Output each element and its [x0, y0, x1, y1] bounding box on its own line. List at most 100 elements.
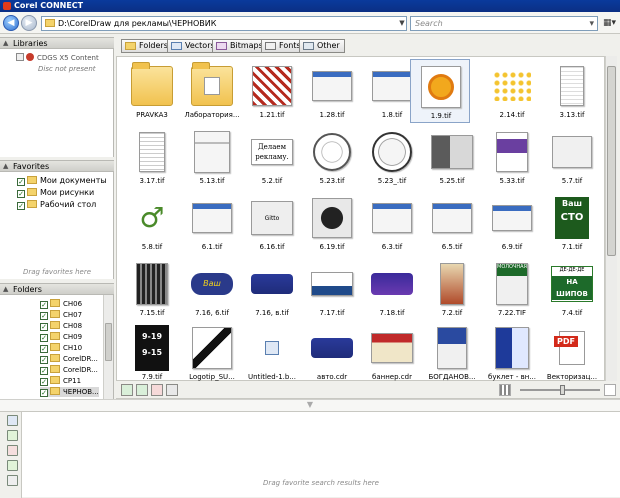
file-tile[interactable]: 5.25.tif — [422, 125, 482, 189]
folders-scroll-thumb[interactable] — [105, 323, 112, 361]
file-tile[interactable]: Лаборатория... — [182, 59, 242, 123]
file-tile[interactable]: 9-19 9-15 7.9.tif — [122, 321, 182, 385]
folder-tree-item[interactable]: ✓ CorelDR... — [40, 365, 98, 375]
file-tile[interactable]: 1.28.tif — [302, 59, 362, 123]
file-tile[interactable]: 7.17.tif — [302, 257, 362, 321]
thumbnail-size-slider[interactable] — [520, 385, 600, 395]
file-tile[interactable]: 6.1.tif — [182, 191, 242, 255]
folder-checkbox[interactable]: ✓ — [40, 367, 48, 375]
tray-menu-icon[interactable] — [7, 415, 18, 426]
tray-properties-icon[interactable] — [7, 475, 18, 486]
path-field[interactable]: D:\CorelDraw для рекламы\ЧЕРНОВИК — [41, 16, 407, 31]
file-tile[interactable]: Делаем рекламу. 5.2.tif — [242, 125, 302, 189]
search-dropdown-icon[interactable]: ▾ — [589, 18, 594, 31]
view-options-icon[interactable]: ▦▾ — [603, 17, 617, 30]
folder-checkbox[interactable]: ✓ — [40, 301, 48, 309]
folder-checkbox[interactable]: ✓ — [40, 323, 48, 331]
tray-copy-icon[interactable] — [7, 460, 18, 471]
file-tile[interactable]: 5.23.tif — [302, 125, 362, 189]
file-tile[interactable]: 5.33.tif — [482, 125, 542, 189]
folder-checkbox[interactable]: ✓ — [40, 378, 48, 386]
file-tile[interactable]: PRAVKA3 — [122, 59, 182, 123]
folder-tree-item[interactable]: ✓ CH09 — [40, 332, 82, 342]
file-tile[interactable]: Logotip_SU... — [182, 321, 242, 385]
folder-tree-item[interactable]: ✓ CH08 — [40, 321, 82, 331]
file-tile[interactable]: буклет - вн... — [482, 321, 542, 385]
folder-tree-item[interactable]: ✓ CH07 — [40, 310, 82, 320]
favorite-checkbox[interactable]: ✓ — [17, 190, 25, 198]
tray-splitter[interactable]: ▼ — [0, 399, 620, 411]
file-tile[interactable]: Ваш 7.16, 6.tif — [182, 257, 242, 321]
folder-checkbox[interactable]: ✓ — [40, 356, 48, 364]
favorite-item[interactable]: ✓ Рабочий стол — [17, 200, 96, 210]
file-tile[interactable]: 6.9.tif — [482, 191, 542, 255]
folder-checkbox[interactable]: ✓ — [40, 389, 48, 397]
folders-header[interactable]: ▲ Folders — [0, 283, 114, 295]
file-tile[interactable]: ♂ 5.8.tif — [122, 191, 182, 255]
large-thumbnail-icon[interactable] — [604, 384, 616, 396]
file-tile[interactable]: 7.15.tif — [122, 257, 182, 321]
back-arrow-icon[interactable]: ◀ — [3, 15, 19, 31]
view-mode-icon[interactable] — [499, 384, 511, 396]
file-tile[interactable]: баннер.cdr — [362, 321, 422, 385]
properties-icon[interactable] — [166, 384, 178, 396]
file-tile[interactable]: PDF Векторизац... — [542, 321, 602, 385]
folders-scrollbar[interactable] — [103, 295, 113, 399]
file-tile[interactable]: 6.19.tif — [302, 191, 362, 255]
file-tile[interactable]: авто.cdr — [302, 321, 362, 385]
file-tile[interactable]: Gitto 6.16.tif — [242, 191, 302, 255]
gallery-scrollbar[interactable] — [605, 56, 617, 381]
collapse-chevron-icon[interactable]: ▲ — [3, 38, 8, 49]
folder-tree-item[interactable]: ✓ CP11 — [40, 376, 81, 386]
file-tile[interactable]: 5.23_.tif — [362, 125, 422, 189]
file-tile[interactable]: БОГДАНОВ... — [422, 321, 482, 385]
file-tile[interactable]: 2.14.tif — [482, 59, 542, 123]
favorite-checkbox[interactable]: ✓ — [17, 178, 25, 186]
file-tile[interactable]: 7.2.tif — [422, 257, 482, 321]
libraries-header[interactable]: ▲ Libraries — [0, 37, 114, 49]
folder-checkbox[interactable]: ✓ — [40, 334, 48, 342]
search-input[interactable]: Search ▾ — [410, 16, 598, 31]
folder-checkbox[interactable]: ✓ — [40, 312, 48, 320]
library-checkbox[interactable] — [16, 53, 24, 61]
tray-remove-icon[interactable] — [7, 445, 18, 456]
file-name: 5.7.tif — [561, 177, 583, 185]
add-to-tray-icon[interactable] — [121, 384, 133, 396]
tray-add-icon[interactable] — [7, 430, 18, 441]
collapse-chevron-icon[interactable]: ▲ — [3, 161, 8, 172]
folder-tree-item[interactable]: ✓ CorelDR... — [40, 354, 98, 364]
gallery-scroll-thumb[interactable] — [607, 66, 616, 256]
folder-tree-item-selected[interactable]: ✓ ЧЕРНОВ... — [40, 387, 99, 397]
favorite-item[interactable]: ✓ Мои документы — [17, 176, 107, 186]
library-item[interactable]: CDGS X5 Content — [16, 53, 99, 62]
file-tile[interactable]: 1.21.tif — [242, 59, 302, 123]
collapse-chevron-icon[interactable]: ▲ — [3, 284, 8, 295]
file-tile[interactable]: Ваш СТО 7.1.tif — [542, 191, 602, 255]
favorite-checkbox[interactable]: ✓ — [17, 202, 25, 210]
favorites-header[interactable]: ▲ Favorites — [0, 160, 114, 172]
file-tile[interactable]: ДЕ-ДЕ-ДЕ НА ШИПОВ 7.4.tif — [542, 257, 602, 321]
slider-knob[interactable] — [560, 385, 565, 395]
folder-checkbox[interactable]: ✓ — [40, 345, 48, 353]
filter-bitmaps-button[interactable]: Bitmaps — [212, 39, 268, 53]
file-tile[interactable]: 5.7.tif — [542, 125, 602, 189]
folder-tree-item[interactable]: ✓ CH06 — [40, 299, 82, 309]
file-tile[interactable]: 7.16, в.tif — [242, 257, 302, 321]
filter-folders-button[interactable]: Folders — [121, 39, 173, 53]
favorite-item[interactable]: ✓ Мои рисунки — [17, 188, 94, 198]
file-tile[interactable]: 6.5.tif — [422, 191, 482, 255]
file-tile[interactable]: 7.18.tif — [362, 257, 422, 321]
folder-tree-item[interactable]: ✓ CH10 — [40, 343, 82, 353]
file-tile[interactable]: 3.17.tif — [122, 125, 182, 189]
file-tile-selected[interactable]: 1.9.tif — [410, 59, 470, 123]
forward-arrow-icon[interactable]: ▶ — [21, 15, 37, 31]
file-tile[interactable]: 3.13.tif — [542, 59, 602, 123]
file-tile[interactable]: МОЛОЧНАЯ 7.22.TIF — [482, 257, 542, 321]
file-tile[interactable]: 5.13.tif — [182, 125, 242, 189]
import-icon[interactable] — [136, 384, 148, 396]
file-tile[interactable]: Untitled-1.b... — [242, 321, 302, 385]
filter-other-button[interactable]: Other — [299, 39, 345, 53]
file-tile[interactable]: 6.3.tif — [362, 191, 422, 255]
path-dropdown-icon[interactable]: ▼ — [397, 16, 407, 31]
remove-icon[interactable] — [151, 384, 163, 396]
